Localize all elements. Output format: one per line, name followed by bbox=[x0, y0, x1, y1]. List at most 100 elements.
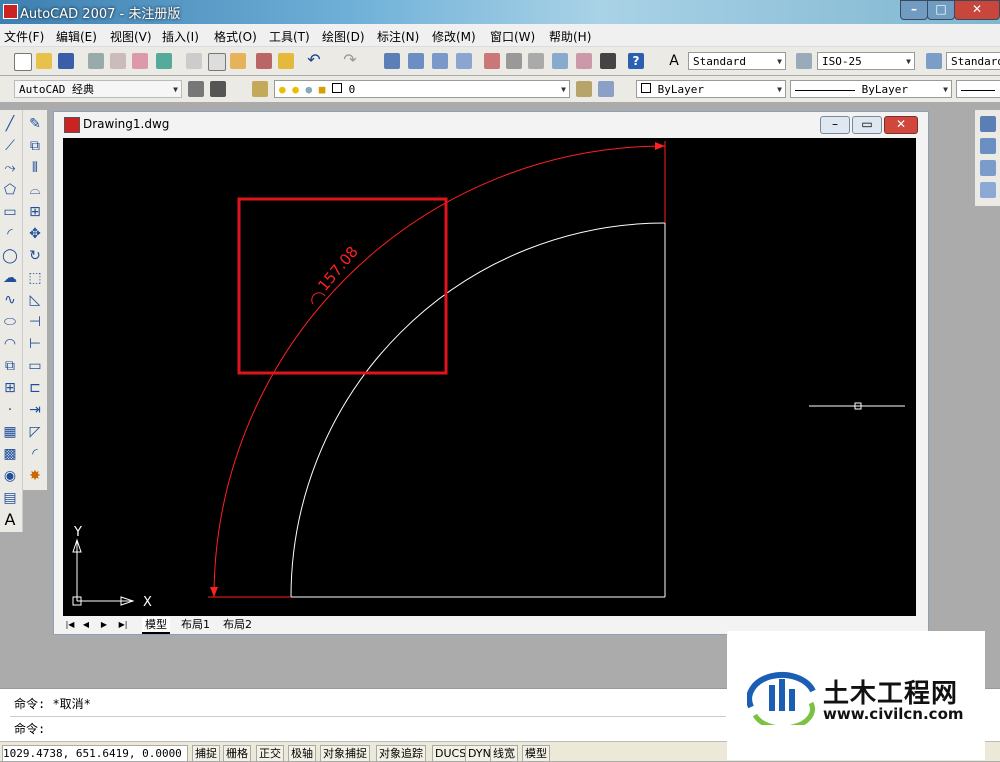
workspace-settings-icon[interactable] bbox=[188, 81, 204, 97]
bring-above-icon[interactable] bbox=[980, 160, 996, 176]
design-center-icon[interactable] bbox=[506, 53, 522, 69]
line-icon[interactable]: ╱ bbox=[2, 116, 18, 132]
trim-icon[interactable]: ⊣ bbox=[27, 314, 43, 330]
copy-icon[interactable] bbox=[208, 53, 226, 71]
table-icon[interactable]: ▤ bbox=[2, 490, 18, 506]
break-at-point-icon[interactable]: ▭ bbox=[27, 358, 43, 374]
dim-style-select[interactable]: ISO-25 ▼ bbox=[817, 52, 915, 70]
make-block-icon[interactable]: ⊞ bbox=[2, 380, 18, 396]
zoom-realtime-icon[interactable] bbox=[408, 53, 424, 69]
workspace-select[interactable]: AutoCAD 经典 ▼ bbox=[14, 80, 182, 98]
lineweight-button[interactable]: 线宽 bbox=[490, 745, 518, 762]
layer-select[interactable]: ● ● ● ■ 0 ▼ bbox=[274, 80, 570, 98]
gradient-icon[interactable]: ▩ bbox=[2, 446, 18, 462]
multiline-text-icon[interactable]: A bbox=[2, 512, 18, 528]
menu-window[interactable]: 窗口(W) bbox=[490, 28, 535, 45]
preview-icon[interactable] bbox=[110, 53, 126, 69]
model-space-canvas[interactable]: 157.08 Y X bbox=[63, 138, 916, 616]
menu-format[interactable]: 格式(O) bbox=[214, 28, 257, 45]
spline-icon[interactable]: ∿ bbox=[2, 292, 18, 308]
command-prompt[interactable]: 命令: bbox=[14, 720, 45, 737]
offset-icon[interactable]: ⌓ bbox=[27, 182, 43, 198]
rectangle-icon[interactable]: ▭ bbox=[2, 204, 18, 220]
open-icon[interactable] bbox=[36, 53, 52, 69]
ellipse-arc-icon[interactable]: ◠ bbox=[2, 336, 18, 352]
tab-nav-first-icon[interactable]: |◀ bbox=[64, 618, 76, 631]
matchprop-icon[interactable] bbox=[256, 53, 272, 69]
fillet-icon[interactable]: ◜ bbox=[27, 446, 43, 462]
pan-icon[interactable] bbox=[384, 53, 400, 69]
copy-object-icon[interactable]: ⧉ bbox=[27, 138, 43, 154]
cut-icon[interactable] bbox=[186, 53, 202, 69]
array-icon[interactable]: ⊞ bbox=[27, 204, 43, 220]
layer-manager-icon[interactable] bbox=[252, 81, 268, 97]
layer-previous-icon[interactable] bbox=[598, 81, 614, 97]
sheet-set-icon[interactable] bbox=[552, 53, 568, 69]
maximize-button[interactable]: □ bbox=[927, 0, 955, 20]
calculator-icon[interactable] bbox=[600, 53, 616, 69]
paste-icon[interactable] bbox=[230, 53, 246, 69]
new-icon[interactable] bbox=[14, 53, 32, 71]
menu-dimension[interactable]: 标注(N) bbox=[377, 28, 419, 45]
extend-icon[interactable]: ⊢ bbox=[27, 336, 43, 352]
otrack-button[interactable]: 对象追踪 bbox=[376, 745, 426, 762]
menu-tools[interactable]: 工具(T) bbox=[269, 28, 310, 45]
zoom-previous-icon[interactable] bbox=[456, 53, 472, 69]
table-style-icon[interactable] bbox=[926, 53, 942, 69]
menu-edit[interactable]: 编辑(E) bbox=[56, 28, 97, 45]
scale-icon[interactable]: ⬚ bbox=[27, 270, 43, 286]
rotate-icon[interactable]: ↻ bbox=[27, 248, 43, 264]
drawing-minimize-button[interactable]: – bbox=[820, 116, 850, 134]
menu-view[interactable]: 视图(V) bbox=[110, 28, 152, 45]
region-icon[interactable]: ◉ bbox=[2, 468, 18, 484]
tool-palettes-icon[interactable] bbox=[528, 53, 544, 69]
zoom-window-icon[interactable] bbox=[432, 53, 448, 69]
grid-button[interactable]: 栅格 bbox=[223, 745, 251, 762]
move-icon[interactable]: ✥ bbox=[27, 226, 43, 242]
lineweight-select[interactable] bbox=[956, 80, 1000, 98]
construction-line-icon[interactable]: ⟋ bbox=[2, 138, 18, 154]
tab-layout2[interactable]: 布局2 bbox=[220, 617, 255, 632]
send-to-back-icon[interactable] bbox=[980, 138, 996, 154]
print-icon[interactable] bbox=[88, 53, 104, 69]
tab-nav-next-icon[interactable]: ▶ bbox=[98, 618, 110, 631]
coordinate-readout[interactable]: 1029.4738, 651.6419, 0.0000 bbox=[2, 745, 188, 762]
markup-icon[interactable] bbox=[576, 53, 592, 69]
redo-icon[interactable]: ↷ bbox=[342, 52, 358, 69]
polyline-icon[interactable]: ⤳ bbox=[2, 160, 18, 176]
table-style-select[interactable]: Standard bbox=[946, 52, 1000, 70]
menu-file[interactable]: 文件(F) bbox=[4, 28, 44, 45]
snap-button[interactable]: 捕捉 bbox=[192, 745, 220, 762]
color-select[interactable]: ByLayer ▼ bbox=[636, 80, 786, 98]
undo-icon[interactable]: ↶ bbox=[306, 52, 322, 69]
web-icon[interactable] bbox=[156, 53, 172, 69]
menu-modify[interactable]: 修改(M) bbox=[432, 28, 476, 45]
close-button[interactable]: ✕ bbox=[954, 0, 1000, 20]
menu-insert[interactable]: 插入(I) bbox=[162, 28, 199, 45]
bring-to-front-icon[interactable] bbox=[980, 116, 996, 132]
erase-icon[interactable]: ✎ bbox=[27, 116, 43, 132]
point-icon[interactable]: · bbox=[2, 402, 18, 418]
menu-draw[interactable]: 绘图(D) bbox=[322, 28, 365, 45]
tab-nav-last-icon[interactable]: ▶| bbox=[116, 618, 130, 631]
explode-icon[interactable]: ✸ bbox=[27, 468, 43, 484]
chamfer-icon[interactable]: ◸ bbox=[27, 424, 43, 440]
publish-icon[interactable] bbox=[132, 53, 148, 69]
arc-icon[interactable]: ◜ bbox=[2, 226, 18, 242]
workspace-save-icon[interactable] bbox=[210, 81, 226, 97]
osnap-button[interactable]: 对象捕捉 bbox=[320, 745, 370, 762]
tab-model[interactable]: 模型 bbox=[142, 617, 170, 634]
menu-help[interactable]: 帮助(H) bbox=[549, 28, 591, 45]
send-under-icon[interactable] bbox=[980, 182, 996, 198]
properties-icon[interactable] bbox=[484, 53, 500, 69]
insert-block-icon[interactable]: ⧉ bbox=[2, 358, 18, 374]
stretch-icon[interactable]: ◺ bbox=[27, 292, 43, 308]
mirror-icon[interactable]: ⫴ bbox=[27, 160, 43, 176]
break-icon[interactable]: ⊏ bbox=[27, 380, 43, 396]
tab-layout1[interactable]: 布局1 bbox=[178, 617, 213, 632]
help-icon[interactable]: ? bbox=[628, 53, 644, 69]
make-current-layer-icon[interactable] bbox=[576, 81, 592, 97]
polygon-icon[interactable]: ⬠ bbox=[2, 182, 18, 198]
save-icon[interactable] bbox=[58, 53, 74, 69]
ortho-button[interactable]: 正交 bbox=[256, 745, 284, 762]
